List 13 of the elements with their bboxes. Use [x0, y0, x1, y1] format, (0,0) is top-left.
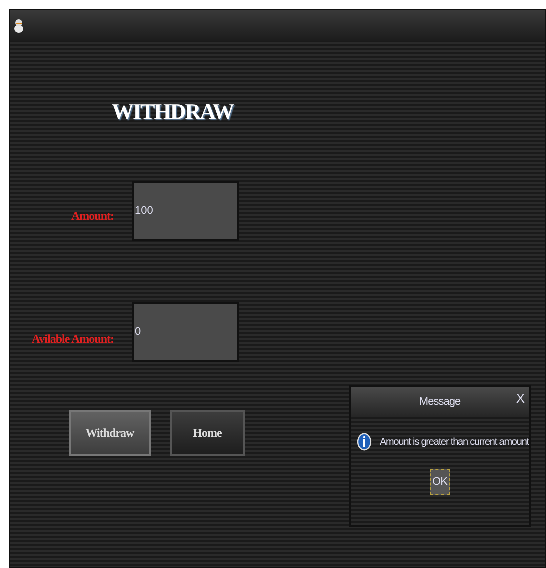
- page-heading: WITHDRAW: [112, 98, 234, 126]
- field-label: Avilable Amount:: [32, 331, 114, 348]
- close-button[interactable]: X: [516, 392, 525, 405]
- home-button[interactable]: Home: [170, 410, 245, 456]
- app-icon: [14, 18, 24, 32]
- withdraw-button[interactable]: Withdraw: [69, 410, 151, 456]
- dialog-title: Message: [419, 394, 461, 410]
- text-field[interactable]: 0: [132, 302, 239, 362]
- field-label: Amount:: [71, 208, 114, 225]
- text-field[interactable]: 100: [132, 181, 239, 241]
- info-icon: [357, 431, 372, 453]
- ok-button[interactable]: OK: [430, 469, 450, 495]
- dialog-message: Amount is greater than current amount: [380, 436, 529, 450]
